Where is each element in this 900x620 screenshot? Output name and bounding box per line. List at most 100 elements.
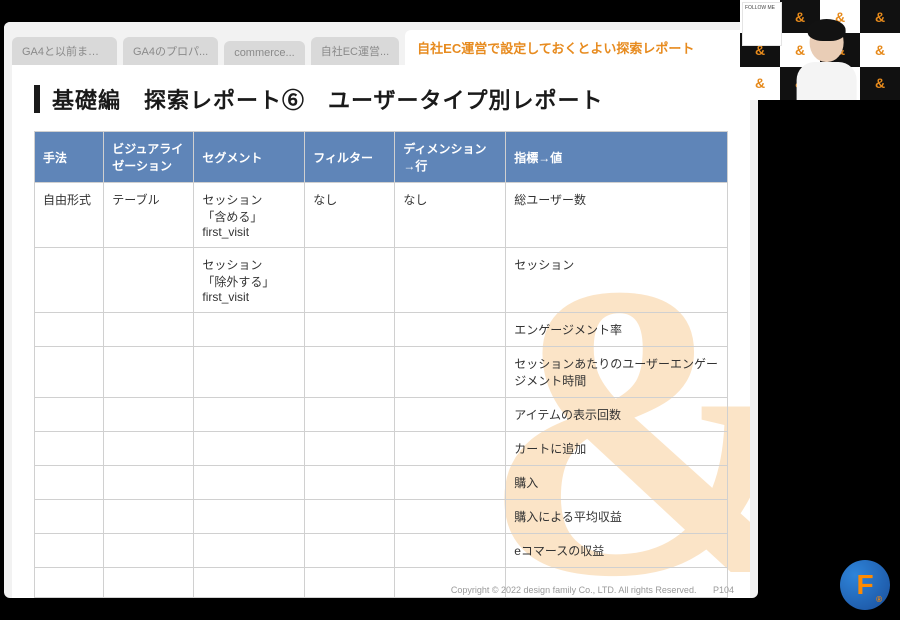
webcam-tile: & [860,33,900,66]
webcam-follow-label: FOLLOW ME [742,2,782,46]
table-cell [35,347,104,398]
logo-letter: F [856,569,873,601]
table-cell [35,248,104,313]
table-cell [395,347,506,398]
table-cell [35,500,104,534]
tab-3[interactable]: 自社EC運営... [311,37,399,65]
tab-1[interactable]: GA4のプロパ... [123,37,218,65]
table-cell: 購入による平均収益 [506,500,728,534]
table-cell [194,466,305,500]
table-cell [35,432,104,466]
presentation-stage: GA4と以前までの... GA4のプロパ... commerce... 自社EC… [4,22,758,598]
table-cell: テーブル [104,183,194,248]
table-row: 購入による平均収益 [35,500,728,534]
table-cell: カートに追加 [506,432,728,466]
table-body: 自由形式テーブルセッション 「含める」 first_visitなしなし総ユーザー… [35,183,728,598]
table-cell [35,568,104,598]
table-cell [395,313,506,347]
table-cell [194,568,305,598]
webcam-overlay: &&&&&&&&&&&& FOLLOW ME [740,0,900,100]
table-cell: アイテムの表示回数 [506,398,728,432]
table-cell [305,568,395,598]
table-cell: eコマースの収益 [506,534,728,568]
table-cell [104,313,194,347]
table-header-row: 手法 ビジュアライゼーション セグメント フィルター ディメンション→行 指標→… [35,132,728,183]
table-cell: セッション 「含める」 first_visit [194,183,305,248]
table-cell [104,500,194,534]
th-viz: ビジュアライゼーション [104,132,194,183]
table-cell [395,534,506,568]
table-cell: セッションあたりのユーザーエンゲージメント時間 [506,347,728,398]
th-metric: 指標→値 [506,132,728,183]
logo-registered: ® [876,595,882,604]
presenter-body [797,62,857,100]
table-cell [395,248,506,313]
table-row: eコマースの収益 [35,534,728,568]
table-cell: なし [395,183,506,248]
table-cell: セッション [506,248,728,313]
table-cell [305,500,395,534]
table-cell [35,534,104,568]
table-cell [104,534,194,568]
table-cell: 購入 [506,466,728,500]
table-cell [305,398,395,432]
table-cell: エンゲージメント率 [506,313,728,347]
tab-bar: GA4と以前までの... GA4のプロパ... commerce... 自社EC… [4,22,758,65]
table-cell [194,313,305,347]
table-cell [194,347,305,398]
table-cell [35,466,104,500]
table-cell [194,500,305,534]
webcam-tile: & [860,0,900,33]
table-cell: なし [305,183,395,248]
page-number: P104 [713,585,734,595]
slide-footer: Copyright © 2022 design family Co., LTD.… [451,585,734,595]
slide-body: & 基礎編 探索レポート⑥ ユーザータイプ別レポート 手法 ビジュアライゼーショ… [12,65,750,598]
slide-heading: 基礎編 探索レポート⑥ ユーザータイプ別レポート [52,83,604,115]
table-cell [194,432,305,466]
webcam-tile: & [740,67,780,100]
table-cell: 自由形式 [35,183,104,248]
tab-4-active[interactable]: 自社EC運営で設定しておくとよい探索レポート [405,30,750,65]
table-cell [35,313,104,347]
table-cell [104,568,194,598]
table-cell [104,432,194,466]
th-segment: セグメント [194,132,305,183]
table-cell [305,534,395,568]
table-row: セッション 「除外する」 first_visit セッション [35,248,728,313]
table-cell [104,248,194,313]
table-cell [395,398,506,432]
tab-0[interactable]: GA4と以前までの... [12,37,117,65]
table-row: セッションあたりのユーザーエンゲージメント時間 [35,347,728,398]
table-cell [104,398,194,432]
table-cell [305,248,395,313]
table-cell [104,466,194,500]
table-row: カートに追加 [35,432,728,466]
table-row: アイテムの表示回数 [35,398,728,432]
table-cell: 総ユーザー数 [506,183,728,248]
table-cell [305,432,395,466]
table-cell: セッション 「除外する」 first_visit [194,248,305,313]
th-dim: ディメンション→行 [395,132,506,183]
heading-accent-bar [34,85,40,113]
table-cell [104,347,194,398]
ferret-logo-icon: F ® [840,560,890,610]
heading-wrap: 基礎編 探索レポート⑥ ユーザータイプ別レポート [34,83,728,115]
presenter-silhouette [794,22,860,100]
copyright-text: Copyright © 2022 design family Co., LTD.… [451,585,697,595]
webcam-tile: & [860,67,900,100]
th-filter: フィルター [305,132,395,183]
th-method: 手法 [35,132,104,183]
table-row: 自由形式テーブルセッション 「含める」 first_visitなしなし総ユーザー… [35,183,728,248]
tab-2[interactable]: commerce... [224,41,305,65]
table-cell [305,313,395,347]
table-cell [194,398,305,432]
table-cell [395,432,506,466]
table-cell [395,500,506,534]
table-row: 購入 [35,466,728,500]
table-cell [305,347,395,398]
presenter-hair [808,19,846,41]
report-config-table: 手法 ビジュアライゼーション セグメント フィルター ディメンション→行 指標→… [34,131,728,598]
table-cell [305,466,395,500]
table-cell [35,398,104,432]
table-cell [395,466,506,500]
